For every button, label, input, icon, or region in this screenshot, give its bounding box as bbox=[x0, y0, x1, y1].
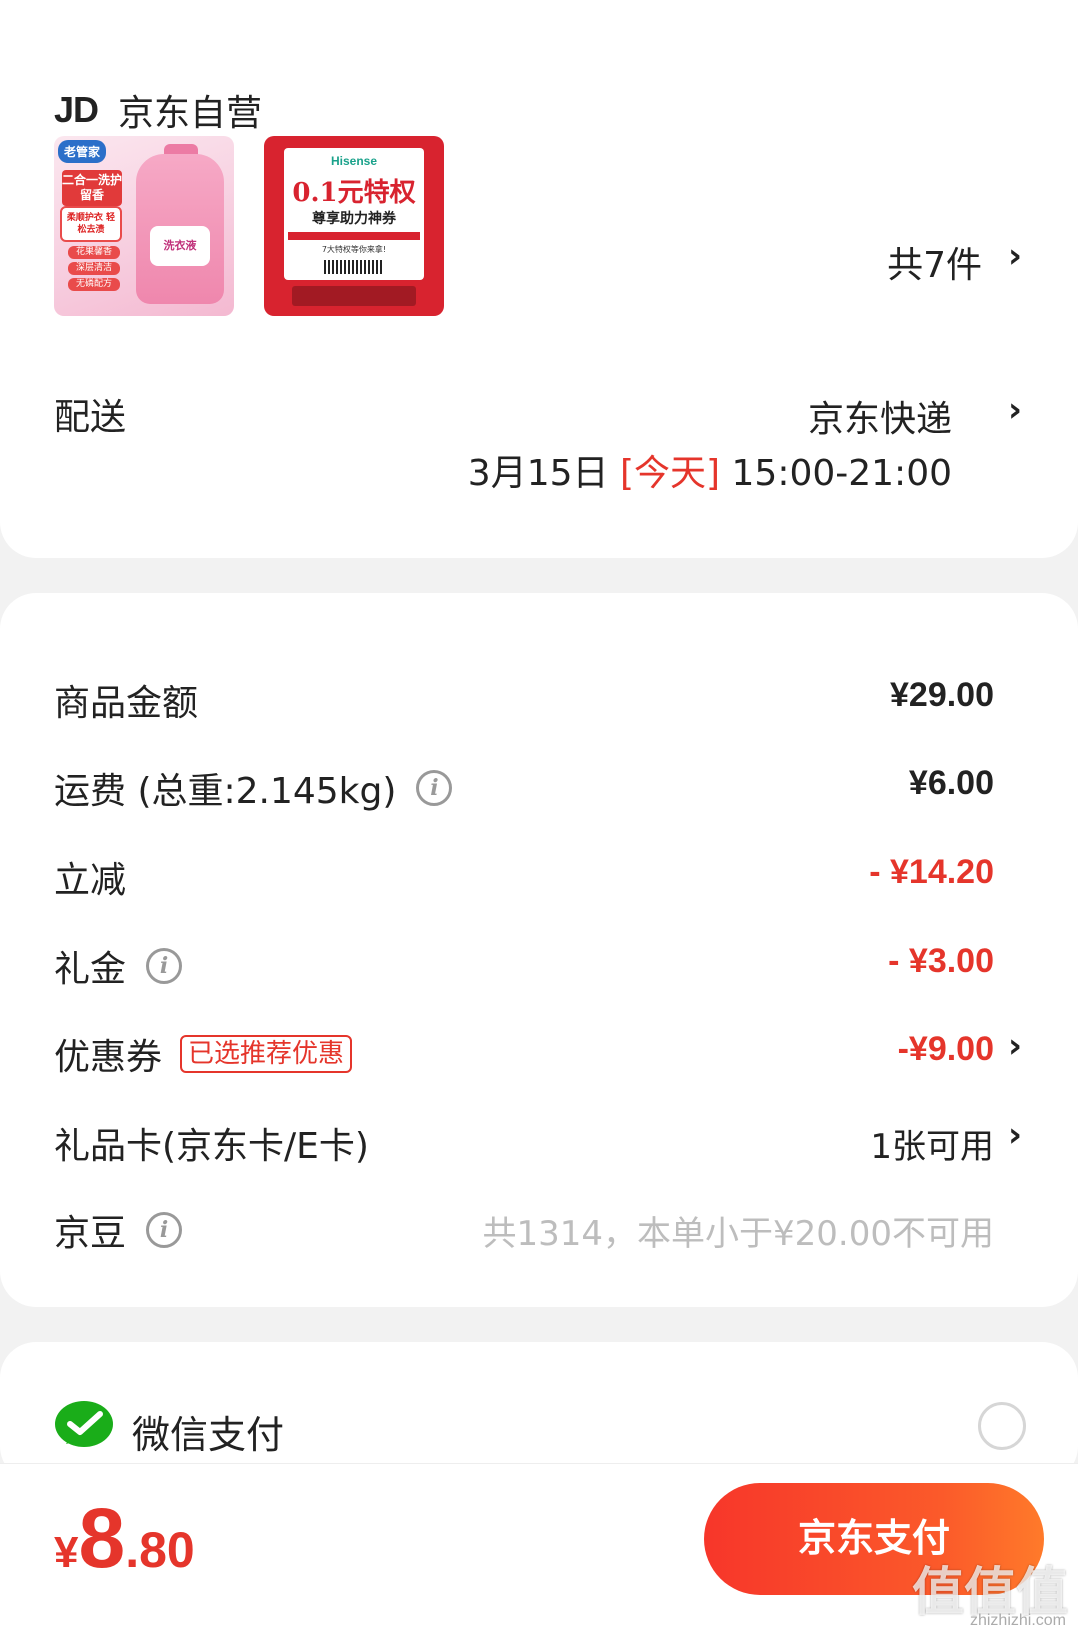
delivery-today-tag: [今天] bbox=[619, 453, 721, 494]
delivery-label: 配送 bbox=[54, 397, 127, 438]
delivery-window: 15:00-21:00 bbox=[731, 453, 952, 494]
total-decimal: .80 bbox=[125, 1522, 195, 1578]
coupon-subtitle: 尊享助力神券 bbox=[312, 211, 396, 227]
delivery-date: 3月15日 bbox=[467, 453, 609, 494]
barcode-icon bbox=[324, 260, 384, 274]
shipping-value: ¥6.00 bbox=[908, 764, 994, 802]
watermark-url: zhizhizhi.com bbox=[969, 1612, 1066, 1629]
jd-beans-label: 京豆 bbox=[54, 1213, 127, 1254]
delivery-time[interactable]: 3月15日 [今天] 15:00-21:00 bbox=[468, 444, 952, 496]
info-icon[interactable]: i bbox=[416, 770, 453, 806]
gift-card-row[interactable]: 礼品卡(京东卡/E卡) 1张可用 bbox=[0, 1117, 1078, 1177]
coupon-label: 优惠券 bbox=[54, 1037, 163, 1078]
chevron-right-icon[interactable]: › bbox=[1008, 390, 1022, 430]
jd-beans-value: 共1314，本单小于¥20.00不可用 bbox=[482, 1214, 995, 1254]
wechat-pay-icon bbox=[55, 1401, 113, 1447]
chevron-right-icon[interactable]: › bbox=[1008, 1115, 1022, 1155]
product-feature-box: 柔顺护衣 轻松去渍 bbox=[60, 206, 122, 242]
goods-amount-value: ¥29.00 bbox=[890, 676, 994, 714]
instant-discount-value: - ¥14.20 bbox=[869, 853, 994, 891]
product-thumbnail-coupon[interactable]: Hisense 0.1元特权 尊享助力神券 7大特权等你来拿! bbox=[264, 136, 444, 316]
jd-logo: JD bbox=[54, 89, 99, 130]
info-icon[interactable]: i bbox=[146, 1212, 183, 1248]
coupon-value: -¥9.00 bbox=[897, 1030, 994, 1068]
instant-discount-label: 立减 bbox=[54, 860, 127, 901]
shipping-label-wrap: 运费 (总重:2.145kg) i bbox=[54, 762, 453, 814]
gift-money-value: - ¥3.00 bbox=[888, 942, 994, 980]
gift-money-row: 礼金 i - ¥3.00 bbox=[0, 940, 1078, 1000]
info-icon[interactable]: i bbox=[146, 948, 183, 984]
store-header: JD 京东自营 bbox=[54, 84, 262, 136]
product-feature-pill: 无磷配方 bbox=[68, 278, 120, 291]
coupon-label-wrap: 优惠券 已选推荐优惠 bbox=[54, 1028, 353, 1080]
coupon-brand: Hisense bbox=[330, 154, 378, 168]
item-count[interactable]: 共7件 bbox=[887, 236, 982, 288]
product-feature-pill: 深层清洁 bbox=[68, 262, 120, 275]
coupon-note: 7大特权等你来拿! bbox=[321, 245, 387, 254]
goods-amount-label: 商品金额 bbox=[54, 683, 199, 724]
gift-card-value: 1张可用 bbox=[870, 1127, 994, 1167]
store-name: 京东自营 bbox=[118, 93, 263, 134]
coupon-stripe bbox=[288, 232, 420, 240]
jd-beans-row: 京豆 i 共1314，本单小于¥20.00不可用 bbox=[0, 1204, 1078, 1264]
coupon-row[interactable]: 优惠券 已选推荐优惠 -¥9.00 bbox=[0, 1028, 1078, 1088]
order-total: ¥8.80 bbox=[54, 1490, 195, 1587]
shipping-row: 运费 (总重:2.145kg) i ¥6.00 bbox=[0, 762, 1078, 822]
coupon-title: 0.1元特权 bbox=[292, 178, 416, 208]
coupon-footer bbox=[292, 286, 416, 306]
gift-money-label-wrap: 礼金 i bbox=[54, 940, 183, 992]
jd-beans-label-wrap: 京豆 i bbox=[54, 1204, 183, 1256]
shipping-label: 运费 (总重:2.145kg) bbox=[54, 771, 397, 812]
delivery-method[interactable]: 京东快递 bbox=[808, 390, 952, 442]
currency-symbol: ¥ bbox=[54, 1528, 79, 1577]
wechat-pay-radio[interactable] bbox=[978, 1402, 1026, 1450]
recommended-coupon-badge: 已选推荐优惠 bbox=[180, 1035, 353, 1073]
product-tag: 二合一洗护留香 bbox=[62, 170, 122, 206]
goods-amount-row: 商品金额 ¥29.00 bbox=[0, 674, 1078, 734]
wechat-pay-label[interactable]: 微信支付 bbox=[132, 1404, 284, 1459]
bottle-label: 洗衣液 bbox=[150, 226, 210, 266]
chevron-right-icon[interactable]: › bbox=[1008, 236, 1022, 276]
product-thumbnail-detergent[interactable]: 洗衣液 老管家 二合一洗护留香 柔顺护衣 轻松去渍 花果馨香 深层清洁 无磷配方 bbox=[54, 136, 234, 316]
gift-card-label: 礼品卡(京东卡/E卡) bbox=[54, 1126, 369, 1167]
instant-discount-row: 立减 - ¥14.20 bbox=[0, 851, 1078, 911]
total-integer: 8 bbox=[78, 1491, 126, 1585]
product-feature-pill: 花果馨香 bbox=[68, 246, 120, 259]
product-brand-logo: 老管家 bbox=[58, 140, 107, 163]
chevron-right-icon[interactable]: › bbox=[1008, 1026, 1022, 1066]
gift-money-label: 礼金 bbox=[54, 949, 127, 990]
